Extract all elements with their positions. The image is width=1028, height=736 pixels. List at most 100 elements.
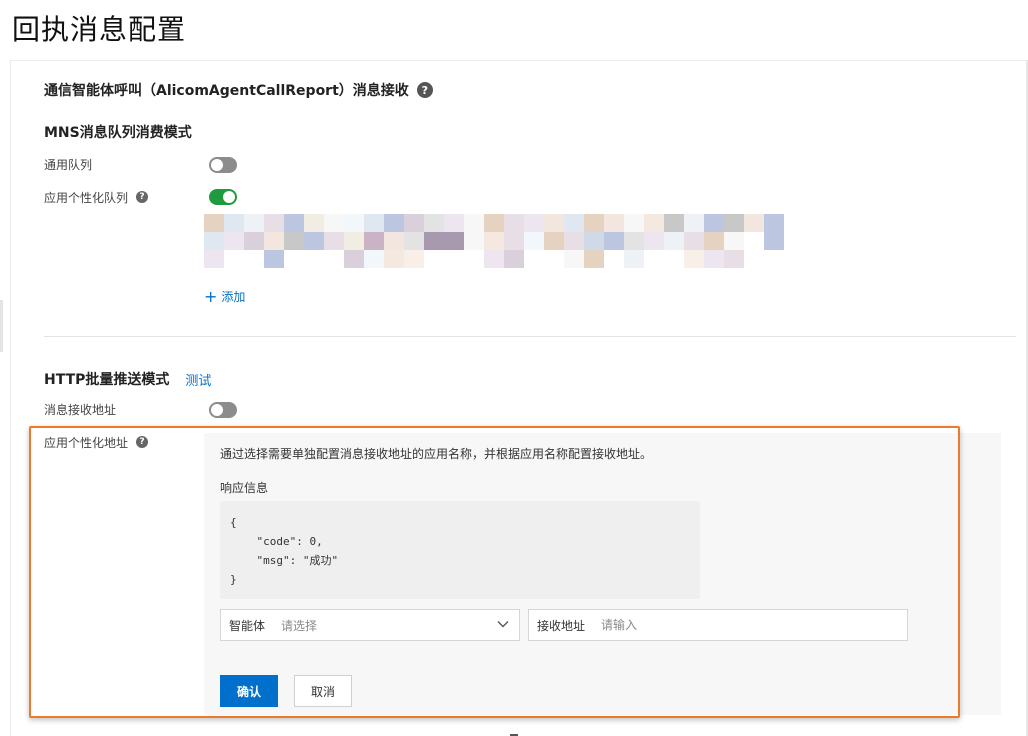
- mosaic-cell: [364, 232, 384, 250]
- mosaic-cell: [464, 250, 484, 268]
- mosaic-cell: [764, 250, 784, 268]
- redacted-queue-list: [204, 214, 784, 270]
- mosaic-cell: [264, 214, 284, 232]
- agent-select-placeholder: 请选择: [281, 618, 318, 633]
- mosaic-cell: [444, 250, 464, 268]
- mosaic-cell: [324, 250, 344, 268]
- mosaic-cell: [524, 232, 544, 250]
- mosaic-cell: [384, 214, 404, 232]
- section-divider: [44, 336, 1016, 337]
- mosaic-cell: [344, 232, 364, 250]
- mosaic-cell: [404, 250, 424, 268]
- mosaic-cell: [764, 214, 784, 232]
- add-queue-label: 添加: [221, 290, 246, 304]
- mosaic-cell: [284, 250, 304, 268]
- question-circle-icon[interactable]: ?: [416, 82, 433, 98]
- mosaic-cell: [244, 250, 264, 268]
- mosaic-cell: [244, 214, 264, 232]
- mosaic-cell: [304, 214, 324, 232]
- mosaic-cell: [664, 214, 684, 232]
- mosaic-cell: [484, 250, 504, 268]
- mosaic-cell: [624, 232, 644, 250]
- mosaic-cell: [584, 214, 604, 232]
- mosaic-cell: [244, 232, 264, 250]
- receive-address-input[interactable]: [601, 618, 882, 632]
- mosaic-cell: [724, 232, 744, 250]
- agent-select-label: 智能体: [229, 618, 266, 633]
- question-circle-icon[interactable]: ?: [136, 436, 149, 448]
- question-circle-icon[interactable]: ?: [136, 191, 149, 203]
- mosaic-cell: [724, 250, 744, 268]
- mosaic-cell: [604, 232, 624, 250]
- mosaic-cell: [664, 232, 684, 250]
- mosaic-cell: [224, 214, 244, 232]
- mosaic-cell: [644, 232, 664, 250]
- response-info-label: 响应信息: [220, 481, 269, 495]
- mosaic-cell: [284, 214, 304, 232]
- receive-address-field-label: 接收地址: [537, 618, 586, 633]
- app-queue-toggle[interactable]: [209, 189, 237, 205]
- mosaic-cell: [644, 214, 664, 232]
- mosaic-cell: [624, 250, 644, 268]
- mosaic-cell: [504, 214, 524, 232]
- receive-address-label: 消息接收地址: [44, 402, 117, 417]
- agent-select[interactable]: 智能体 请选择: [220, 609, 520, 641]
- plus-icon: +: [204, 286, 218, 306]
- mosaic-cell: [604, 214, 624, 232]
- mosaic-cell: [364, 214, 384, 232]
- mosaic-cell: [584, 250, 604, 268]
- mosaic-cell: [444, 232, 464, 250]
- mosaic-cell: [664, 250, 684, 268]
- add-queue-link[interactable]: + 添加: [204, 288, 245, 305]
- mosaic-cell: [544, 232, 564, 250]
- mosaic-cell: [544, 214, 564, 232]
- mosaic-cell: [744, 250, 764, 268]
- receive-address-toggle[interactable]: [209, 402, 237, 418]
- confirm-button[interactable]: 确认: [220, 675, 278, 707]
- mosaic-cell: [644, 250, 664, 268]
- mosaic-cell: [584, 232, 604, 250]
- mosaic-cell: [464, 214, 484, 232]
- section-title: 通信智能体呼叫（AlicomAgentCallReport）消息接收 ?: [44, 80, 433, 100]
- mosaic-cell: [704, 214, 724, 232]
- mosaic-cell: [524, 214, 544, 232]
- mosaic-cell: [204, 232, 224, 250]
- response-code-block: { "code": 0, "msg": "成功" }: [220, 501, 700, 599]
- mosaic-cell: [404, 232, 424, 250]
- mosaic-cell: [564, 250, 584, 268]
- mosaic-cell: [284, 232, 304, 250]
- app-address-panel: 通过选择需要单独配置消息接收地址的应用名称，并根据应用名称配置接收地址。 响应信…: [204, 433, 1001, 715]
- mosaic-cell: [704, 250, 724, 268]
- mosaic-cell: [424, 250, 444, 268]
- mosaic-cell: [224, 250, 244, 268]
- mosaic-cell: [344, 250, 364, 268]
- mosaic-cell: [484, 232, 504, 250]
- app-queue-label: 应用个性化队列 ?: [44, 189, 149, 205]
- app-queue-label-text: 应用个性化队列: [44, 190, 129, 205]
- test-link[interactable]: 测试: [185, 370, 211, 389]
- mosaic-cell: [704, 232, 724, 250]
- mosaic-cell: [564, 214, 584, 232]
- mosaic-cell: [384, 232, 404, 250]
- mosaic-cell: [564, 232, 584, 250]
- mosaic-cell: [724, 214, 744, 232]
- mosaic-cell: [684, 214, 704, 232]
- mosaic-cell: [344, 214, 364, 232]
- mosaic-cell: [424, 214, 444, 232]
- mosaic-cell: [684, 250, 704, 268]
- mosaic-cell: [404, 214, 424, 232]
- mns-mode-title: MNS消息队列消费模式: [44, 125, 192, 141]
- http-mode-title-text: HTTP批量推送模式: [44, 372, 170, 388]
- mosaic-cell: [384, 250, 404, 268]
- mosaic-cell: [444, 214, 464, 232]
- cancel-button[interactable]: 取消: [294, 675, 352, 707]
- mosaic-cell: [324, 214, 344, 232]
- chevron-down-icon: [497, 621, 509, 628]
- mosaic-cell: [264, 232, 284, 250]
- mosaic-cell: [224, 232, 244, 250]
- general-queue-toggle[interactable]: [209, 157, 237, 173]
- app-address-label-text: 应用个性化地址: [44, 435, 129, 450]
- section-title-text: 通信智能体呼叫（AlicomAgentCallReport）消息接收: [44, 83, 409, 99]
- general-queue-label: 通用队列: [44, 157, 93, 172]
- mosaic-cell: [324, 232, 344, 250]
